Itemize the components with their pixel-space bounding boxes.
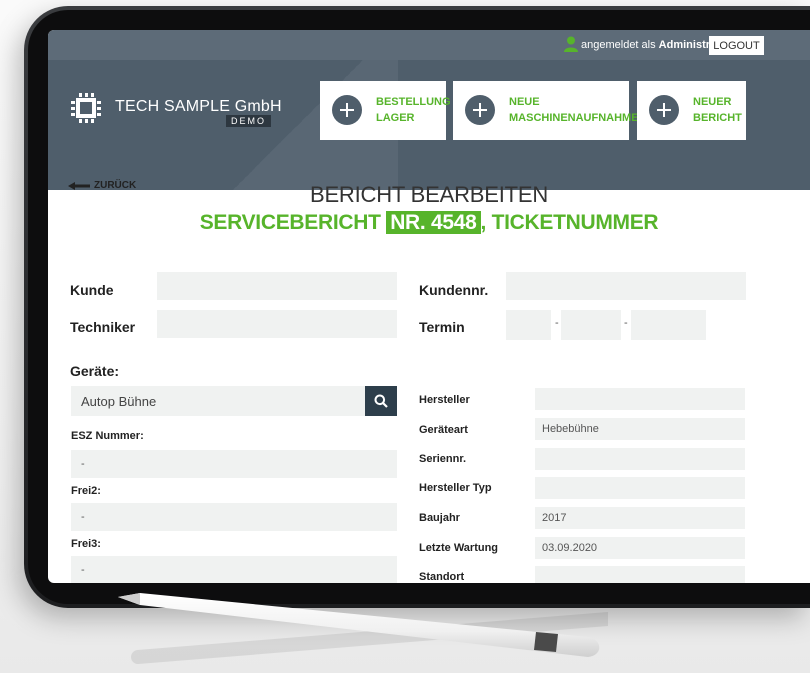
stylus-pencil-image [118,593,608,664]
device-search-button[interactable] [365,386,397,416]
build-year-field[interactable] [535,507,745,529]
new-machine-button[interactable]: NEUE MASCHINENAUFNAHME [453,81,639,140]
build-year-value: 2017 [542,512,567,524]
manufacturer-label: Hersteller [419,394,470,406]
plus-icon [332,95,362,125]
date-month-field[interactable] [561,310,621,340]
date-separator: - [624,317,628,329]
logout-button[interactable]: LOGOUT [709,36,764,55]
frei2-label: Frei2: [71,485,101,497]
device-search-value: Autop Bühne [81,394,157,409]
device-type-value: Hebebühne [542,423,599,435]
last-service-label: Letzte Wartung [419,542,499,554]
logo-chip-icon [71,93,101,123]
manufacturer-type-label: Hersteller Typ [419,482,492,494]
customer-no-field[interactable] [506,272,746,300]
location-field[interactable] [535,566,745,583]
search-icon [374,394,388,408]
page-title: BERICHT BEARBEITEN [309,182,549,207]
serial-number-label: Seriennr. [419,453,467,465]
brand-name: TECH SAMPLE GmbH [115,98,282,115]
logged-in-prefix: angemeldet als [581,39,656,51]
devices-label: Geräte: [70,363,120,379]
user-icon [564,36,578,52]
plus-icon [465,95,495,125]
build-year-label: Baujahr [419,512,460,524]
demo-badge: DEMO [226,115,271,127]
device-type-label: Geräteart [419,424,468,436]
subtitle-prefix: SERVICEBERICHT [199,211,381,234]
order-stock-line1: BESTELLUNG [376,96,451,108]
new-report-line2: BERICHT [693,112,742,124]
last-service-value: 03.09.2020 [542,542,598,554]
frei3-field[interactable] [71,556,397,583]
new-machine-label: NEUE MASCHINENAUFNAHME [509,94,639,126]
date-separator: - [555,317,559,329]
frei3-label: Frei3: [71,538,101,550]
new-machine-line2: MASCHINENAUFNAHME [509,112,639,124]
new-report-button[interactable]: NEUER BERICHT [637,81,746,140]
page-subtitle: SERVICEBERICHT NR. 4548, TICKETNUMMER [48,211,810,235]
manufacturer-type-field[interactable] [535,477,745,499]
new-machine-line1: NEUE [509,96,540,108]
manufacturer-field[interactable] [535,388,745,410]
tablet-screen: angemeldet als Administrator LOGOUT TECH… [48,30,810,583]
order-stock-label: BESTELLUNG LAGER [376,94,451,126]
order-stock-button[interactable]: BESTELLUNG LAGER [320,81,451,140]
date-day-field[interactable] [506,310,551,340]
customer-label: Kunde [70,282,114,298]
order-stock-line2: LAGER [376,112,415,124]
customer-field[interactable] [157,272,397,300]
frei2-field[interactable] [71,503,397,531]
location-label: Standort [419,571,465,583]
new-report-line1: NEUER [693,96,732,108]
date-label: Termin [419,319,465,335]
customer-no-label: Kundennr. [419,282,489,298]
esz-number-field[interactable] [71,450,397,478]
date-year-field[interactable] [631,310,706,340]
report-number-badge: NR. 4548 [386,211,481,234]
technician-label: Techniker [70,319,136,335]
subtitle-suffix: , TICKETNUMMER [480,211,659,234]
esz-number-value: - [81,458,85,470]
plus-icon [649,95,679,125]
new-report-label: NEUER BERICHT [693,94,742,126]
esz-number-label: ESZ Nummer: [71,430,144,442]
frei3-value: - [81,564,85,576]
frei2-value: - [81,511,85,523]
technician-field[interactable] [157,310,397,338]
serial-number-field[interactable] [535,448,745,470]
